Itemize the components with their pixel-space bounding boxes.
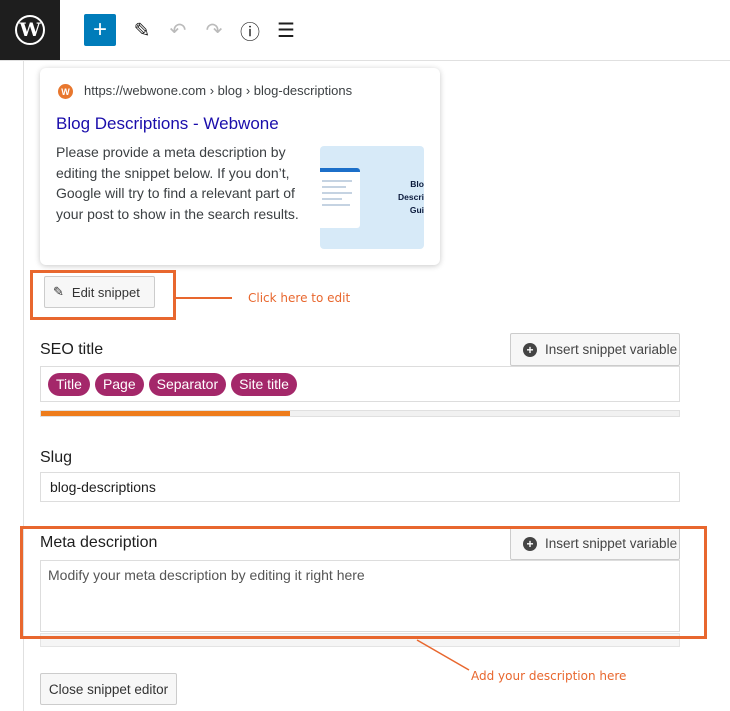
slug-label: Slug <box>40 449 73 466</box>
thumbnail-document-graphic <box>320 168 360 228</box>
plus-circle-icon: + <box>523 342 537 357</box>
variable-pill-separator[interactable]: Separator <box>148 372 227 396</box>
info-icon: ⓘ <box>240 21 260 44</box>
list-view-button[interactable]: ☰ <box>270 14 302 46</box>
preview-url: https://webwone.com › blog › blog-descri… <box>84 83 353 98</box>
thumbnail-text: Blo Descri Gui <box>384 178 424 217</box>
thumbnail-line: Gui <box>409 205 424 215</box>
undo-button[interactable]: ↶ <box>162 14 194 46</box>
seo-title-input[interactable]: Title Page Separator Site title <box>40 366 680 402</box>
edit-callout-line <box>176 297 232 299</box>
redo-button[interactable]: ↷ <box>198 14 230 46</box>
insert-variable-label: Insert snippet variable <box>545 342 678 357</box>
slug-input[interactable]: blog-descriptions <box>40 472 680 502</box>
thumbnail-line: Blo <box>410 179 424 189</box>
preview-title: Blog Descriptions - Webwone <box>56 114 279 133</box>
wordpress-logo[interactable]: W <box>0 0 60 60</box>
wordpress-icon: W <box>15 15 45 45</box>
details-button[interactable]: ⓘ <box>234 14 266 46</box>
add-block-button[interactable]: + <box>84 14 116 46</box>
edit-snippet-highlight <box>30 270 176 320</box>
description-callout-line <box>416 639 470 671</box>
tools-button[interactable]: ✎ <box>126 14 158 46</box>
close-snippet-editor-button[interactable]: Close snippet editor <box>40 673 177 705</box>
description-callout-text: Add your description here <box>471 669 627 683</box>
thumbnail-line: Descri <box>398 192 424 202</box>
undo-icon: ↶ <box>169 19 187 42</box>
seo-title-progress-fill <box>41 411 290 416</box>
redo-icon: ↷ <box>205 19 223 42</box>
edit-callout-text: Click here to edit <box>248 291 351 305</box>
variable-pill-title[interactable]: Title <box>48 372 90 396</box>
list-view-icon: ☰ <box>277 19 295 42</box>
google-preview-card[interactable]: W https://webwone.com › blog › blog-desc… <box>40 68 440 265</box>
variable-pill-page[interactable]: Page <box>94 372 144 396</box>
preview-description: Please provide a meta description by edi… <box>56 144 299 222</box>
pen-icon: ✎ <box>133 19 151 42</box>
variable-pill-site-title[interactable]: Site title <box>231 372 297 396</box>
editor-toolbar: W + ✎ ↶ ↷ ⓘ ☰ <box>0 0 730 61</box>
seo-title-insert-variable-button[interactable]: + Insert snippet variable <box>510 333 680 366</box>
site-favicon-icon: W <box>58 84 73 99</box>
seo-title-label: SEO title <box>40 341 104 358</box>
plus-icon: + <box>92 16 107 43</box>
preview-thumbnail: Blo Descri Gui <box>320 146 424 249</box>
seo-title-length-progress <box>40 410 680 417</box>
meta-description-highlight <box>20 526 707 639</box>
